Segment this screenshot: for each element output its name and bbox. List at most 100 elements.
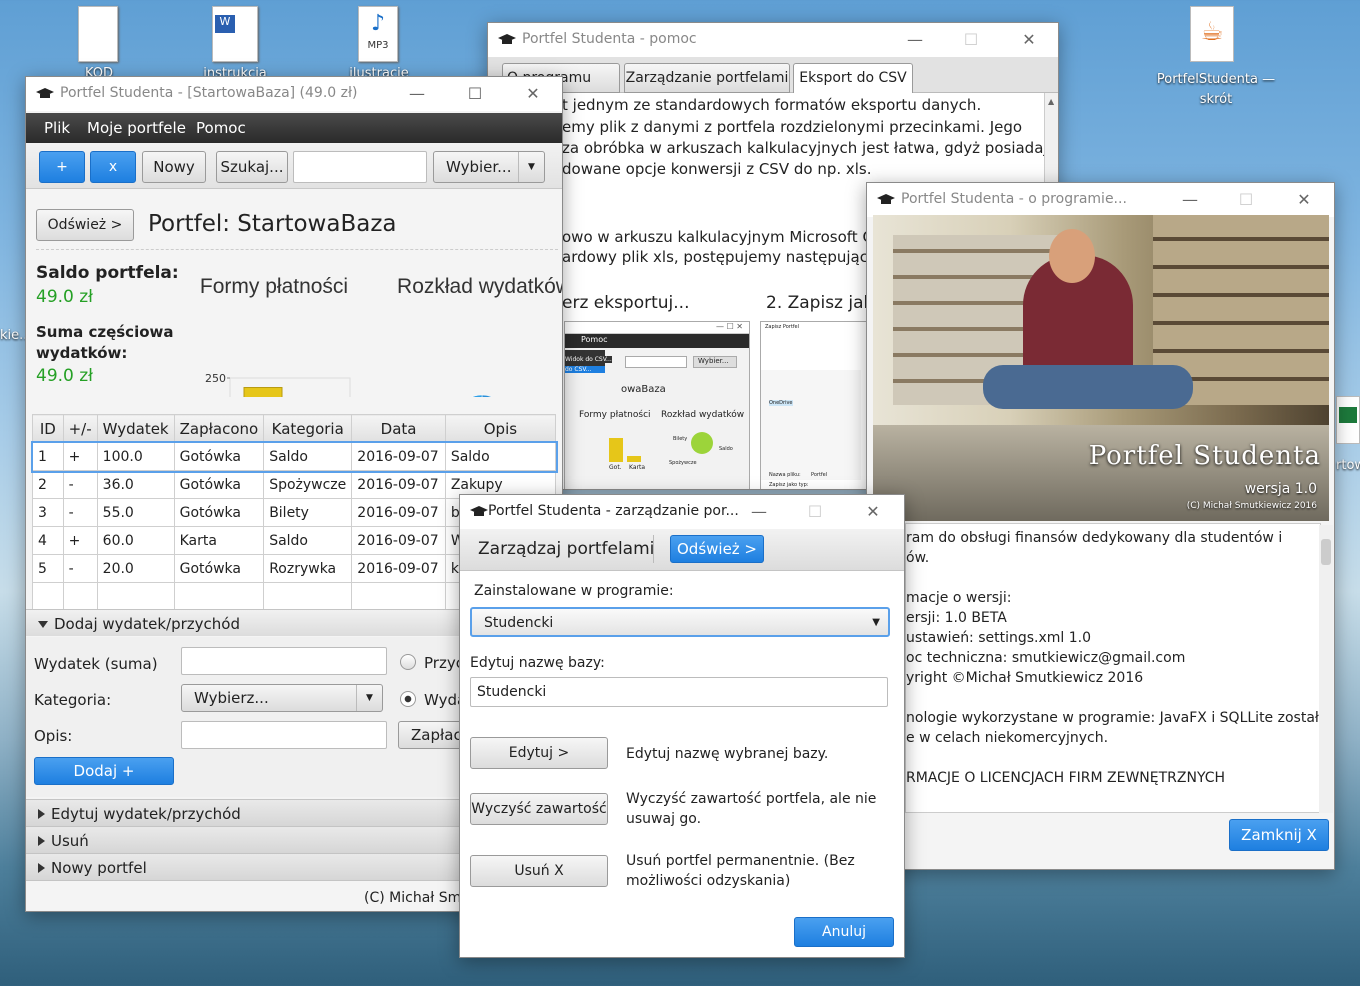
maximize-button[interactable]: ☐ xyxy=(1223,183,1269,217)
edit-name-input[interactable]: Studencki xyxy=(470,677,888,707)
cancel-button[interactable]: Anuluj xyxy=(794,917,894,947)
bar-chart: Formy płatności2500Got.Karta xyxy=(200,275,351,397)
maximize-button[interactable]: ☐ xyxy=(948,23,994,57)
table-cell: 2016-09-07 xyxy=(351,554,446,583)
delete-wallet-button[interactable]: Usuń X xyxy=(470,855,608,887)
column-header[interactable]: Data xyxy=(351,414,446,443)
help-line: ardowy plik xls, postępujemy następująco… xyxy=(562,248,883,266)
desktop-icon-ilustracje[interactable]: ♪ MP3 xyxy=(358,6,402,66)
thumb-got: Got. xyxy=(609,464,622,471)
add-button[interactable]: + xyxy=(39,151,85,183)
search-label-button[interactable]: Szukaj... xyxy=(216,151,288,183)
tab-zarzadzanie[interactable]: Zarządzanie portfelami xyxy=(624,63,790,93)
refresh-wallets-button[interactable]: Odśwież > xyxy=(670,535,764,563)
column-header[interactable]: Zapłacono xyxy=(173,414,265,443)
opis-label: Opis: xyxy=(34,727,73,745)
dodaj-button[interactable]: Dodaj + xyxy=(34,757,174,785)
chevron-down-icon: ▼ xyxy=(518,152,544,182)
desktop-icon-instrukcja[interactable]: W xyxy=(212,6,260,66)
close-button[interactable]: ✕ xyxy=(1006,23,1052,57)
about-scrollbar[interactable] xyxy=(1319,525,1333,813)
column-header[interactable]: +/- xyxy=(62,414,98,443)
window-title: Portfel Studenta - [StartowaBaza] (49.0 … xyxy=(60,85,358,101)
wydatek-input[interactable] xyxy=(181,647,387,675)
menu-pomoc[interactable]: Pomoc xyxy=(196,119,246,137)
about-line: RMACJE O LICENCJACH FIRM ZEWNĘTRZNYCH xyxy=(906,770,1226,786)
column-header[interactable]: Kategoria xyxy=(263,414,353,443)
maximize-button[interactable]: ☐ xyxy=(452,77,498,111)
new-button[interactable]: Nowy xyxy=(142,151,206,183)
opis-input[interactable] xyxy=(181,721,387,749)
minimize-button[interactable]: — xyxy=(892,23,938,57)
table-cell: Gotówka xyxy=(173,554,265,583)
about-window: Portfel Studenta - o programie... — ☐ ✕ … xyxy=(866,182,1335,870)
maximize-button[interactable]: ☐ xyxy=(792,495,838,529)
minimize-button[interactable]: — xyxy=(1167,183,1213,217)
menu-plik[interactable]: Plik xyxy=(44,119,70,137)
table-cell: 60.0 xyxy=(96,526,175,555)
about-line: nologie wykorzystane w programie: JavaFX… xyxy=(906,710,1328,726)
title-bar: Portfel Studenta - zarządzanie por... — … xyxy=(460,495,904,529)
close-button[interactable]: ✕ xyxy=(850,495,896,529)
divider xyxy=(36,249,558,250)
column-header[interactable]: ID xyxy=(32,414,64,443)
column-header[interactable]: Wydatek xyxy=(96,414,175,443)
chart-title: Formy płatności xyxy=(200,275,348,298)
thumb-spozywcze: Spożywcze xyxy=(669,460,697,466)
close-button[interactable]: ✕ xyxy=(510,77,556,111)
table-row[interactable]: 1 +100.0 Gotówka Saldo 2016-09-07 Saldo xyxy=(30,440,558,473)
table-cell: 2 xyxy=(32,470,64,499)
thumb-saldo: Saldo xyxy=(719,446,733,452)
table-cell: Rozrywka xyxy=(263,554,353,583)
thumb-title: owaBaza xyxy=(621,384,666,395)
table-cell: 2016-09-07 xyxy=(351,498,446,527)
table-cell xyxy=(96,582,175,611)
column-header[interactable]: Opis xyxy=(444,414,557,443)
title-bar: Portfel Studenta - pomoc — ☐ ✕ xyxy=(488,23,1058,57)
java-icon: ☕ xyxy=(1190,6,1234,62)
about-line: ustawień: settings.xml 1.0 xyxy=(906,630,1092,646)
graduation-cap-icon xyxy=(877,194,895,206)
close-button[interactable]: ✕ xyxy=(1281,183,1327,217)
minimize-button[interactable]: — xyxy=(736,495,782,529)
table-cell: Saldo xyxy=(263,526,353,555)
manage-heading: Zarządzaj portfelami xyxy=(478,539,655,559)
wydatek-radio[interactable] xyxy=(400,691,416,707)
table-cell: + xyxy=(62,442,98,471)
refresh-button[interactable]: Odśwież > xyxy=(36,209,134,241)
close-about-button[interactable]: Zamknij X xyxy=(1229,819,1329,851)
clear-wallet-button[interactable]: Wyczyść zawartość xyxy=(470,793,608,825)
minimize-button[interactable]: — xyxy=(394,77,440,111)
edit-name-button[interactable]: Edytuj > xyxy=(470,737,608,769)
manage-header: Zarządzaj portfelami Odśwież > xyxy=(460,529,904,571)
kategoria-select[interactable]: Wybierz... ▼ xyxy=(181,684,383,712)
table-cell: + xyxy=(62,526,98,555)
about-text-area[interactable]: ram do obsługi finansów dedykowany dla s… xyxy=(905,523,1327,813)
installed-select[interactable]: Studencki ▼ xyxy=(470,607,890,637)
wallet-select[interactable]: Wybier... ▼ xyxy=(433,151,545,183)
delete-button[interactable]: x xyxy=(90,151,136,183)
tab-eksport-csv[interactable]: Eksport do CSV xyxy=(793,63,913,94)
excel-icon[interactable] xyxy=(1336,396,1360,444)
graduation-cap-icon xyxy=(498,34,516,46)
przychod-radio[interactable] xyxy=(400,654,416,670)
word-document-icon: W xyxy=(212,6,258,62)
desktop-icon-kod[interactable] xyxy=(78,6,122,66)
suma-value: 49.0 zł xyxy=(36,366,94,386)
clear-wallet-desc: Wyczyść zawartość portfela, ale nie xyxy=(626,791,877,807)
table-cell: Gotówka xyxy=(173,498,265,527)
pie-slice xyxy=(471,394,483,397)
side-label-right: rtow xyxy=(1336,458,1360,473)
thumb-rozklad: Rozkład wydatków xyxy=(661,410,745,420)
manage-body: Zainstalowane w programie: Studencki ▼ Ed… xyxy=(460,571,904,957)
window-title: Portfel Studenta - zarządzanie por... xyxy=(488,503,739,519)
bar xyxy=(243,387,283,397)
search-input[interactable] xyxy=(293,151,427,183)
menu-moje-portfele[interactable]: Moje portfele xyxy=(87,119,186,137)
help-line: za obróbka w arkuszach kalkulacyjnych je… xyxy=(562,139,1057,157)
desktop-icon-portfelstudenta[interactable]: ☕ xyxy=(1188,6,1248,66)
about-line: yright ©Michał Smutkiewicz 2016 xyxy=(906,670,1144,686)
table-cell: Bilety xyxy=(263,498,353,527)
table-cell: Saldo xyxy=(263,442,353,471)
desktop-icon-label: PortfelStudenta — skrót xyxy=(1156,72,1276,107)
